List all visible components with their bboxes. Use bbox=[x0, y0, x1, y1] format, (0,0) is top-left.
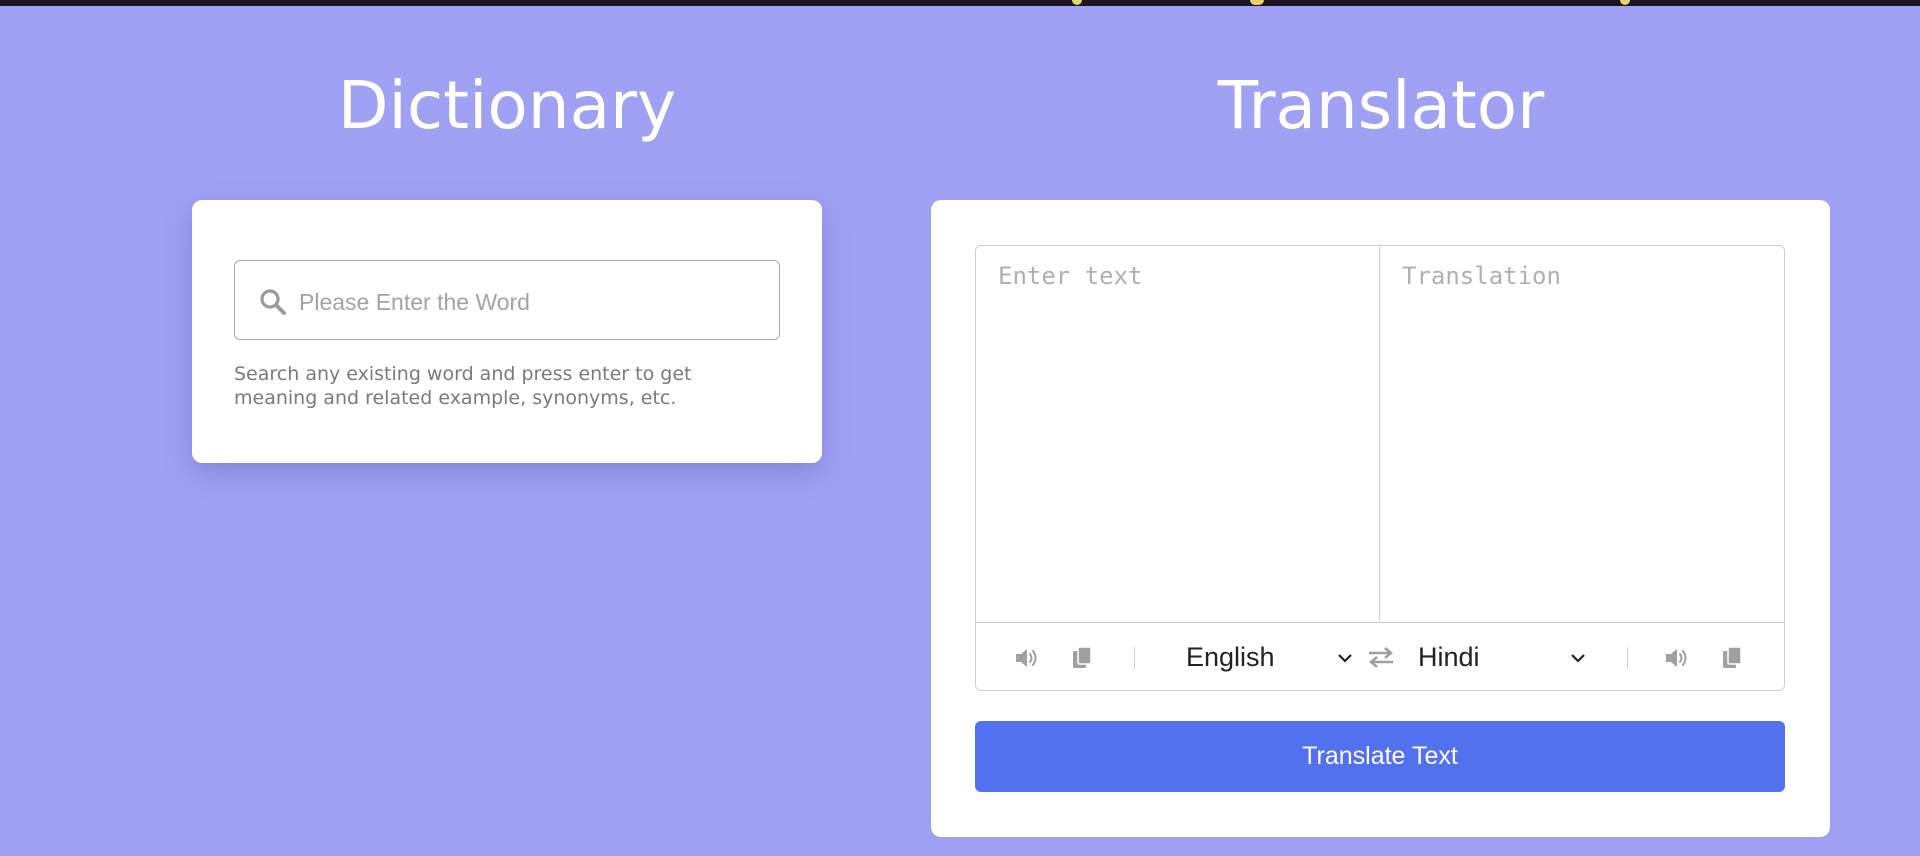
dictionary-card: Search any existing word and press enter… bbox=[192, 200, 822, 463]
dictionary-search-box[interactable] bbox=[234, 260, 780, 340]
source-language-select[interactable]: English bbox=[1186, 635, 1361, 679]
top-strip-speck bbox=[1250, 0, 1264, 5]
source-copy-icon[interactable] bbox=[1070, 645, 1096, 671]
translation-output[interactable] bbox=[1380, 246, 1784, 622]
translate-button[interactable]: Translate Text bbox=[975, 721, 1785, 792]
translator-panel: English Hindi bbox=[975, 245, 1785, 691]
target-copy-icon[interactable] bbox=[1720, 645, 1746, 671]
translator-controls: English Hindi bbox=[976, 622, 1784, 690]
dictionary-title: Dictionary bbox=[337, 67, 677, 144]
dictionary-help-text: Search any existing word and press enter… bbox=[234, 363, 692, 409]
control-divider bbox=[1134, 647, 1135, 669]
top-strip-speck bbox=[1620, 0, 1630, 5]
source-text-input[interactable] bbox=[976, 246, 1380, 622]
control-divider bbox=[1627, 647, 1628, 669]
target-language-select[interactable]: Hindi bbox=[1418, 635, 1593, 679]
search-icon bbox=[260, 289, 286, 315]
translator-card: English Hindi bbox=[931, 200, 1830, 837]
dictionary-search-input[interactable] bbox=[297, 279, 761, 325]
top-strip-speck bbox=[1072, 0, 1082, 5]
swap-icon[interactable] bbox=[1366, 643, 1396, 671]
top-strip bbox=[0, 0, 1920, 6]
source-speaker-icon[interactable] bbox=[1014, 645, 1040, 671]
target-speaker-icon[interactable] bbox=[1664, 645, 1690, 671]
translator-title: Translator bbox=[1217, 67, 1545, 144]
